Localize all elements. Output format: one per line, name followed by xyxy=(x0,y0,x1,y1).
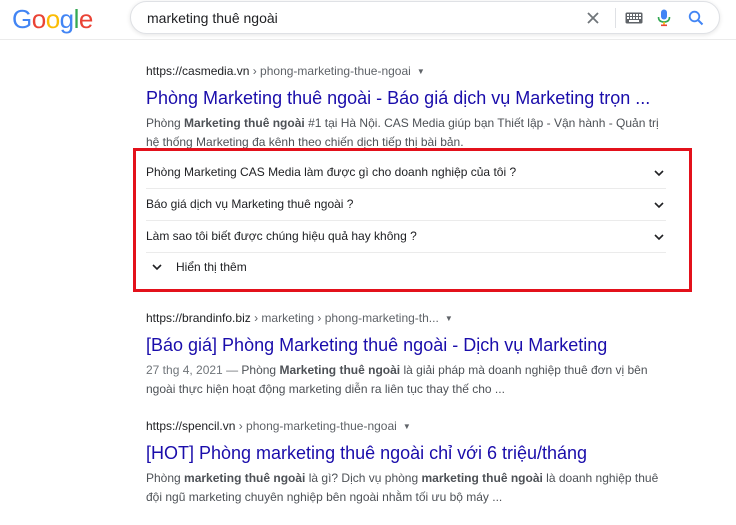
keyboard-icon xyxy=(625,12,643,24)
result-title[interactable]: [Báo giá] Phòng Marketing thuê ngoài - D… xyxy=(146,333,686,357)
clear-search-button[interactable] xyxy=(582,7,604,29)
chevron-down-icon xyxy=(654,170,664,177)
search-box xyxy=(130,1,720,34)
faq-question[interactable]: Phòng Marketing CAS Media làm được gì ch… xyxy=(146,157,666,189)
show-more-button[interactable]: Hiển thị thêm xyxy=(150,255,247,279)
caret-down-icon[interactable]: ▼ xyxy=(445,311,453,327)
keyboard-button[interactable] xyxy=(623,7,645,29)
result-snippet: Phòng Marketing thuê ngoài #1 tại Hà Nội… xyxy=(146,114,666,152)
result-breadcrumbs: › phong-marketing-thue-ngoai xyxy=(249,64,411,78)
logo-letter: e xyxy=(78,4,93,34)
result-domain: https://spencil.vn xyxy=(146,419,236,433)
chevron-down-icon xyxy=(654,234,664,241)
caret-down-icon[interactable]: ▼ xyxy=(417,64,425,80)
search-result: https://spencil.vn › phong-marketing-thu… xyxy=(146,418,686,507)
faq-question[interactable]: Làm sao tôi biết được chúng hiệu quả hay… xyxy=(146,221,666,253)
snippet-keyword: marketing thuê ngoài xyxy=(184,470,306,485)
faq-question-text: Phòng Marketing CAS Media làm được gì ch… xyxy=(146,165,517,179)
result-domain: https://brandinfo.biz xyxy=(146,311,251,325)
result-snippet: Phòng marketing thuê ngoài là gì? Dịch v… xyxy=(146,469,666,507)
result-url[interactable]: https://casmedia.vn › phong-marketing-th… xyxy=(146,63,686,80)
logo-letter: o xyxy=(31,4,46,34)
search-input[interactable] xyxy=(147,7,567,29)
search-result: https://brandinfo.biz › marketing › phon… xyxy=(146,310,686,399)
faq-question[interactable]: Báo giá dịch vụ Marketing thuê ngoài ? xyxy=(146,189,666,221)
search-button[interactable] xyxy=(685,7,707,29)
faq-question-text: Báo giá dịch vụ Marketing thuê ngoài ? xyxy=(146,197,354,211)
search-divider xyxy=(615,8,616,28)
voice-search-button[interactable] xyxy=(653,7,675,29)
snippet-keyword: marketing thuê ngoài xyxy=(421,470,543,485)
show-more-label: Hiển thị thêm xyxy=(176,260,247,274)
snippet-keyword: Marketing thuê ngoài xyxy=(184,115,305,130)
logo-letter: o xyxy=(45,4,60,34)
search-icon xyxy=(688,10,704,26)
snippet-text: Phòng xyxy=(146,470,185,485)
google-logo[interactable]: Google xyxy=(12,4,93,34)
snippet-text: Phòng xyxy=(146,115,185,130)
close-icon xyxy=(587,12,599,24)
snippet-text: Phòng xyxy=(241,362,280,377)
snippet-keyword: Marketing thuê ngoài xyxy=(279,362,401,377)
snippet-text: là gì? Dịch vụ phòng xyxy=(305,470,422,485)
microphone-icon xyxy=(657,9,671,27)
result-breadcrumbs: › marketing › phong-marketing-th... xyxy=(250,311,439,325)
logo-letter: G xyxy=(12,4,32,34)
search-result: https://casmedia.vn › phong-marketing-th… xyxy=(146,63,686,152)
result-date: 27 thg 4, 2021 — xyxy=(146,362,242,377)
result-url[interactable]: https://brandinfo.biz › marketing › phon… xyxy=(146,310,686,327)
chevron-down-icon xyxy=(152,264,162,271)
faq-question-text: Làm sao tôi biết được chúng hiệu quả hay… xyxy=(146,229,417,243)
chevron-down-icon xyxy=(654,202,664,209)
result-domain: https://casmedia.vn xyxy=(146,64,250,78)
logo-letter: g xyxy=(59,4,74,34)
result-url[interactable]: https://spencil.vn › phong-marketing-thu… xyxy=(146,418,686,435)
faq-accordion: Phòng Marketing CAS Media làm được gì ch… xyxy=(133,148,692,292)
search-header: Google xyxy=(0,0,736,40)
result-title[interactable]: Phòng Marketing thuê ngoài - Báo giá dịc… xyxy=(146,86,686,110)
result-breadcrumbs: › phong-marketing-thue-ngoai xyxy=(235,419,397,433)
result-snippet: 27 thg 4, 2021 — Phòng Marketing thuê ng… xyxy=(146,361,666,399)
result-title[interactable]: [HOT] Phòng marketing thuê ngoài chỉ với… xyxy=(146,441,686,465)
caret-down-icon[interactable]: ▼ xyxy=(403,419,411,435)
